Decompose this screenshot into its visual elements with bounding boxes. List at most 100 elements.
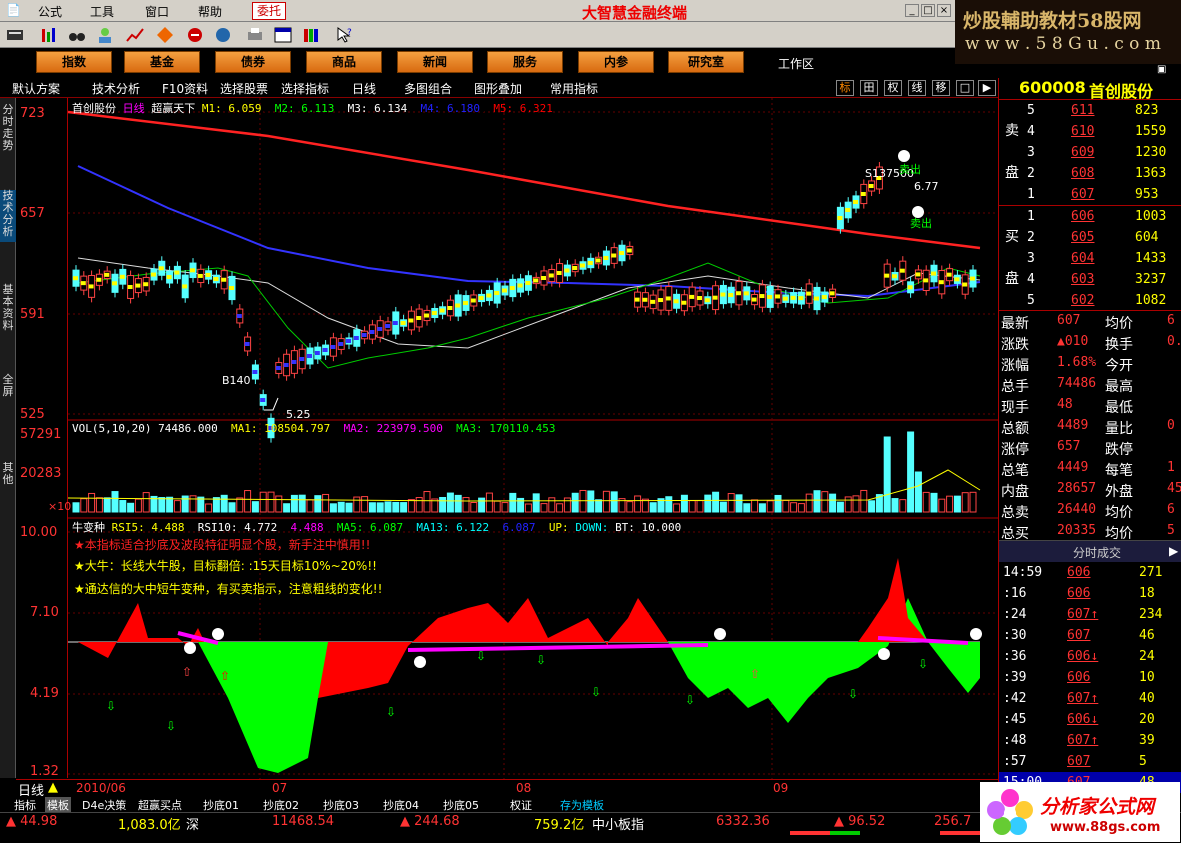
nav-commodity[interactable]: 商品: [306, 51, 382, 73]
ma1-marker: [346, 339, 351, 343]
menu-tools[interactable]: 工具: [90, 3, 114, 20]
maximize-button[interactable]: □: [921, 4, 935, 17]
rights-button[interactable]: 权: [884, 80, 902, 96]
overlay-chart[interactable]: 图形叠加: [474, 80, 522, 97]
scheme-select[interactable]: 默认方案: [12, 80, 60, 97]
expand-arrow-icon[interactable]: ▶: [1169, 544, 1178, 558]
tech-analysis-menu[interactable]: 技术分析: [92, 80, 140, 97]
person-icon[interactable]: [96, 26, 114, 44]
tick-row[interactable]: :39 606 10: [999, 667, 1181, 688]
stat-value: 5: [1167, 523, 1175, 538]
volume-bar: [501, 502, 509, 513]
window-icon[interactable]: [274, 26, 292, 44]
select-stock[interactable]: 选择股票: [220, 80, 268, 97]
binoculars-icon[interactable]: [68, 26, 86, 44]
tab-other[interactable]: 其他: [0, 462, 16, 490]
ticks-header[interactable]: 分时成交 ▶: [999, 540, 1181, 562]
nav-news[interactable]: 新闻: [397, 51, 473, 73]
ma1-marker: [619, 251, 624, 255]
multi-chart[interactable]: 多图组合: [404, 80, 452, 97]
tab-fullscreen[interactable]: 全屏: [0, 374, 16, 402]
period-daily[interactable]: 日线: [352, 80, 376, 97]
cross-icon[interactable]: [186, 26, 204, 44]
tick-row[interactable]: :36 606↓ 24: [999, 646, 1181, 667]
ask-row[interactable]: 2 608 1363: [1023, 163, 1181, 184]
minimize-button[interactable]: _: [905, 4, 919, 17]
menu-help[interactable]: 帮助: [198, 3, 222, 20]
vol-ylabel: 57291: [20, 427, 62, 442]
menu-formula[interactable]: 公式: [38, 3, 62, 20]
ma1-marker: [673, 299, 679, 304]
close-button[interactable]: ×: [937, 4, 951, 17]
bid-row[interactable]: 1 606 1003: [1023, 206, 1181, 227]
chart-canvas[interactable]: ⇩ ⇩ ⇧ ⇧ ⇩ ⇩ ⇩ ⇩ ⇩ ⇧ ⇩ ⇩: [68, 98, 998, 796]
common-indicators[interactable]: 常用指标: [550, 80, 598, 97]
nav-fund[interactable]: 基金: [124, 51, 200, 73]
watermark-url: www.88gs.com: [1050, 820, 1161, 835]
chart-up-icon[interactable]: [126, 26, 144, 44]
tick-row[interactable]: :24 607↑ 234: [999, 604, 1181, 625]
tab-intraday[interactable]: 分时走势: [0, 104, 16, 156]
nav-index[interactable]: 指数: [36, 51, 112, 73]
menu-entrust-tab[interactable]: 委托: [252, 2, 287, 20]
ask-price: 608: [1071, 166, 1095, 181]
tab-technical[interactable]: 技术分析: [0, 190, 16, 242]
tick-row[interactable]: :30 607 46: [999, 625, 1181, 646]
tick-row[interactable]: :48 607↑ 39: [999, 730, 1181, 751]
tick-row[interactable]: :57 607 5: [999, 751, 1181, 772]
ma1-marker: [236, 314, 242, 318]
tick-row[interactable]: :42 607↑ 40: [999, 688, 1181, 709]
menu-window[interactable]: 窗口: [145, 3, 169, 20]
ask-row[interactable]: 4 610 1559: [1023, 121, 1181, 142]
tab-warrant[interactable]: 权证: [510, 797, 532, 813]
window-button[interactable]: □: [956, 80, 974, 96]
books-icon[interactable]: [302, 26, 320, 44]
tab-d4e[interactable]: D4e决策: [82, 797, 126, 813]
tab-buypoint[interactable]: 超赢买点: [138, 797, 182, 813]
nav-service[interactable]: 服务: [487, 51, 563, 73]
ma1-marker: [424, 313, 429, 318]
bid-row[interactable]: 4 603 3237: [1023, 269, 1181, 290]
tab-bottom05[interactable]: 抄底05: [443, 797, 479, 813]
next-button[interactable]: ▶: [978, 80, 996, 96]
ask-row[interactable]: 1 607 953: [1023, 184, 1181, 205]
tick-row[interactable]: :45 606↓ 20: [999, 709, 1181, 730]
ask-row[interactable]: 3 609 1230: [1023, 142, 1181, 163]
line-button[interactable]: 线: [908, 80, 926, 96]
ask-row[interactable]: 5 611 823: [1023, 100, 1181, 121]
tick-time: :45: [1003, 712, 1027, 727]
swirl-icon[interactable]: [214, 26, 232, 44]
grid-button[interactable]: 田: [860, 80, 878, 96]
bid-row[interactable]: 2 605 604: [1023, 227, 1181, 248]
save-template[interactable]: 存为模板: [560, 797, 604, 813]
ask-level: 4: [1027, 124, 1035, 139]
bid-row[interactable]: 5 602 1082: [1023, 290, 1181, 311]
mark-button[interactable]: 标: [836, 80, 854, 96]
bars-icon[interactable]: [40, 26, 58, 44]
tick-row[interactable]: :16 606 18: [999, 583, 1181, 604]
tab-fundamental[interactable]: 基本资料: [0, 284, 16, 336]
nav-insider[interactable]: 内参: [578, 51, 654, 73]
nav-research[interactable]: 研究室: [668, 51, 744, 73]
keyboard-icon[interactable]: [6, 26, 24, 44]
bid-volume: 604: [1135, 230, 1159, 245]
tab-bottom03[interactable]: 抄底03: [323, 797, 359, 813]
tab-template[interactable]: 模板: [45, 797, 71, 813]
diamond-icon[interactable]: [156, 26, 174, 44]
menu-file[interactable]: 📄: [6, 3, 21, 17]
move-button[interactable]: 移: [932, 80, 950, 96]
restore-icon[interactable]: ▣: [1157, 64, 1166, 75]
f10-info[interactable]: F10资料: [162, 80, 208, 97]
nav-bond[interactable]: 债券: [215, 51, 291, 73]
tick-row[interactable]: 14:59 606 271: [999, 562, 1181, 583]
tab-bottom02[interactable]: 抄底02: [263, 797, 299, 813]
tab-indicator[interactable]: 指标: [14, 797, 36, 813]
help-cursor-icon[interactable]: ?: [336, 26, 354, 44]
tab-bottom04[interactable]: 抄底04: [383, 797, 419, 813]
tab-bottom01[interactable]: 抄底01: [203, 797, 239, 813]
volume-bar: [103, 497, 111, 513]
bid-row[interactable]: 3 604 1433: [1023, 248, 1181, 269]
workspace-label[interactable]: 工作区: [778, 55, 814, 72]
select-indicator[interactable]: 选择指标: [281, 80, 329, 97]
print-icon[interactable]: [246, 26, 264, 44]
